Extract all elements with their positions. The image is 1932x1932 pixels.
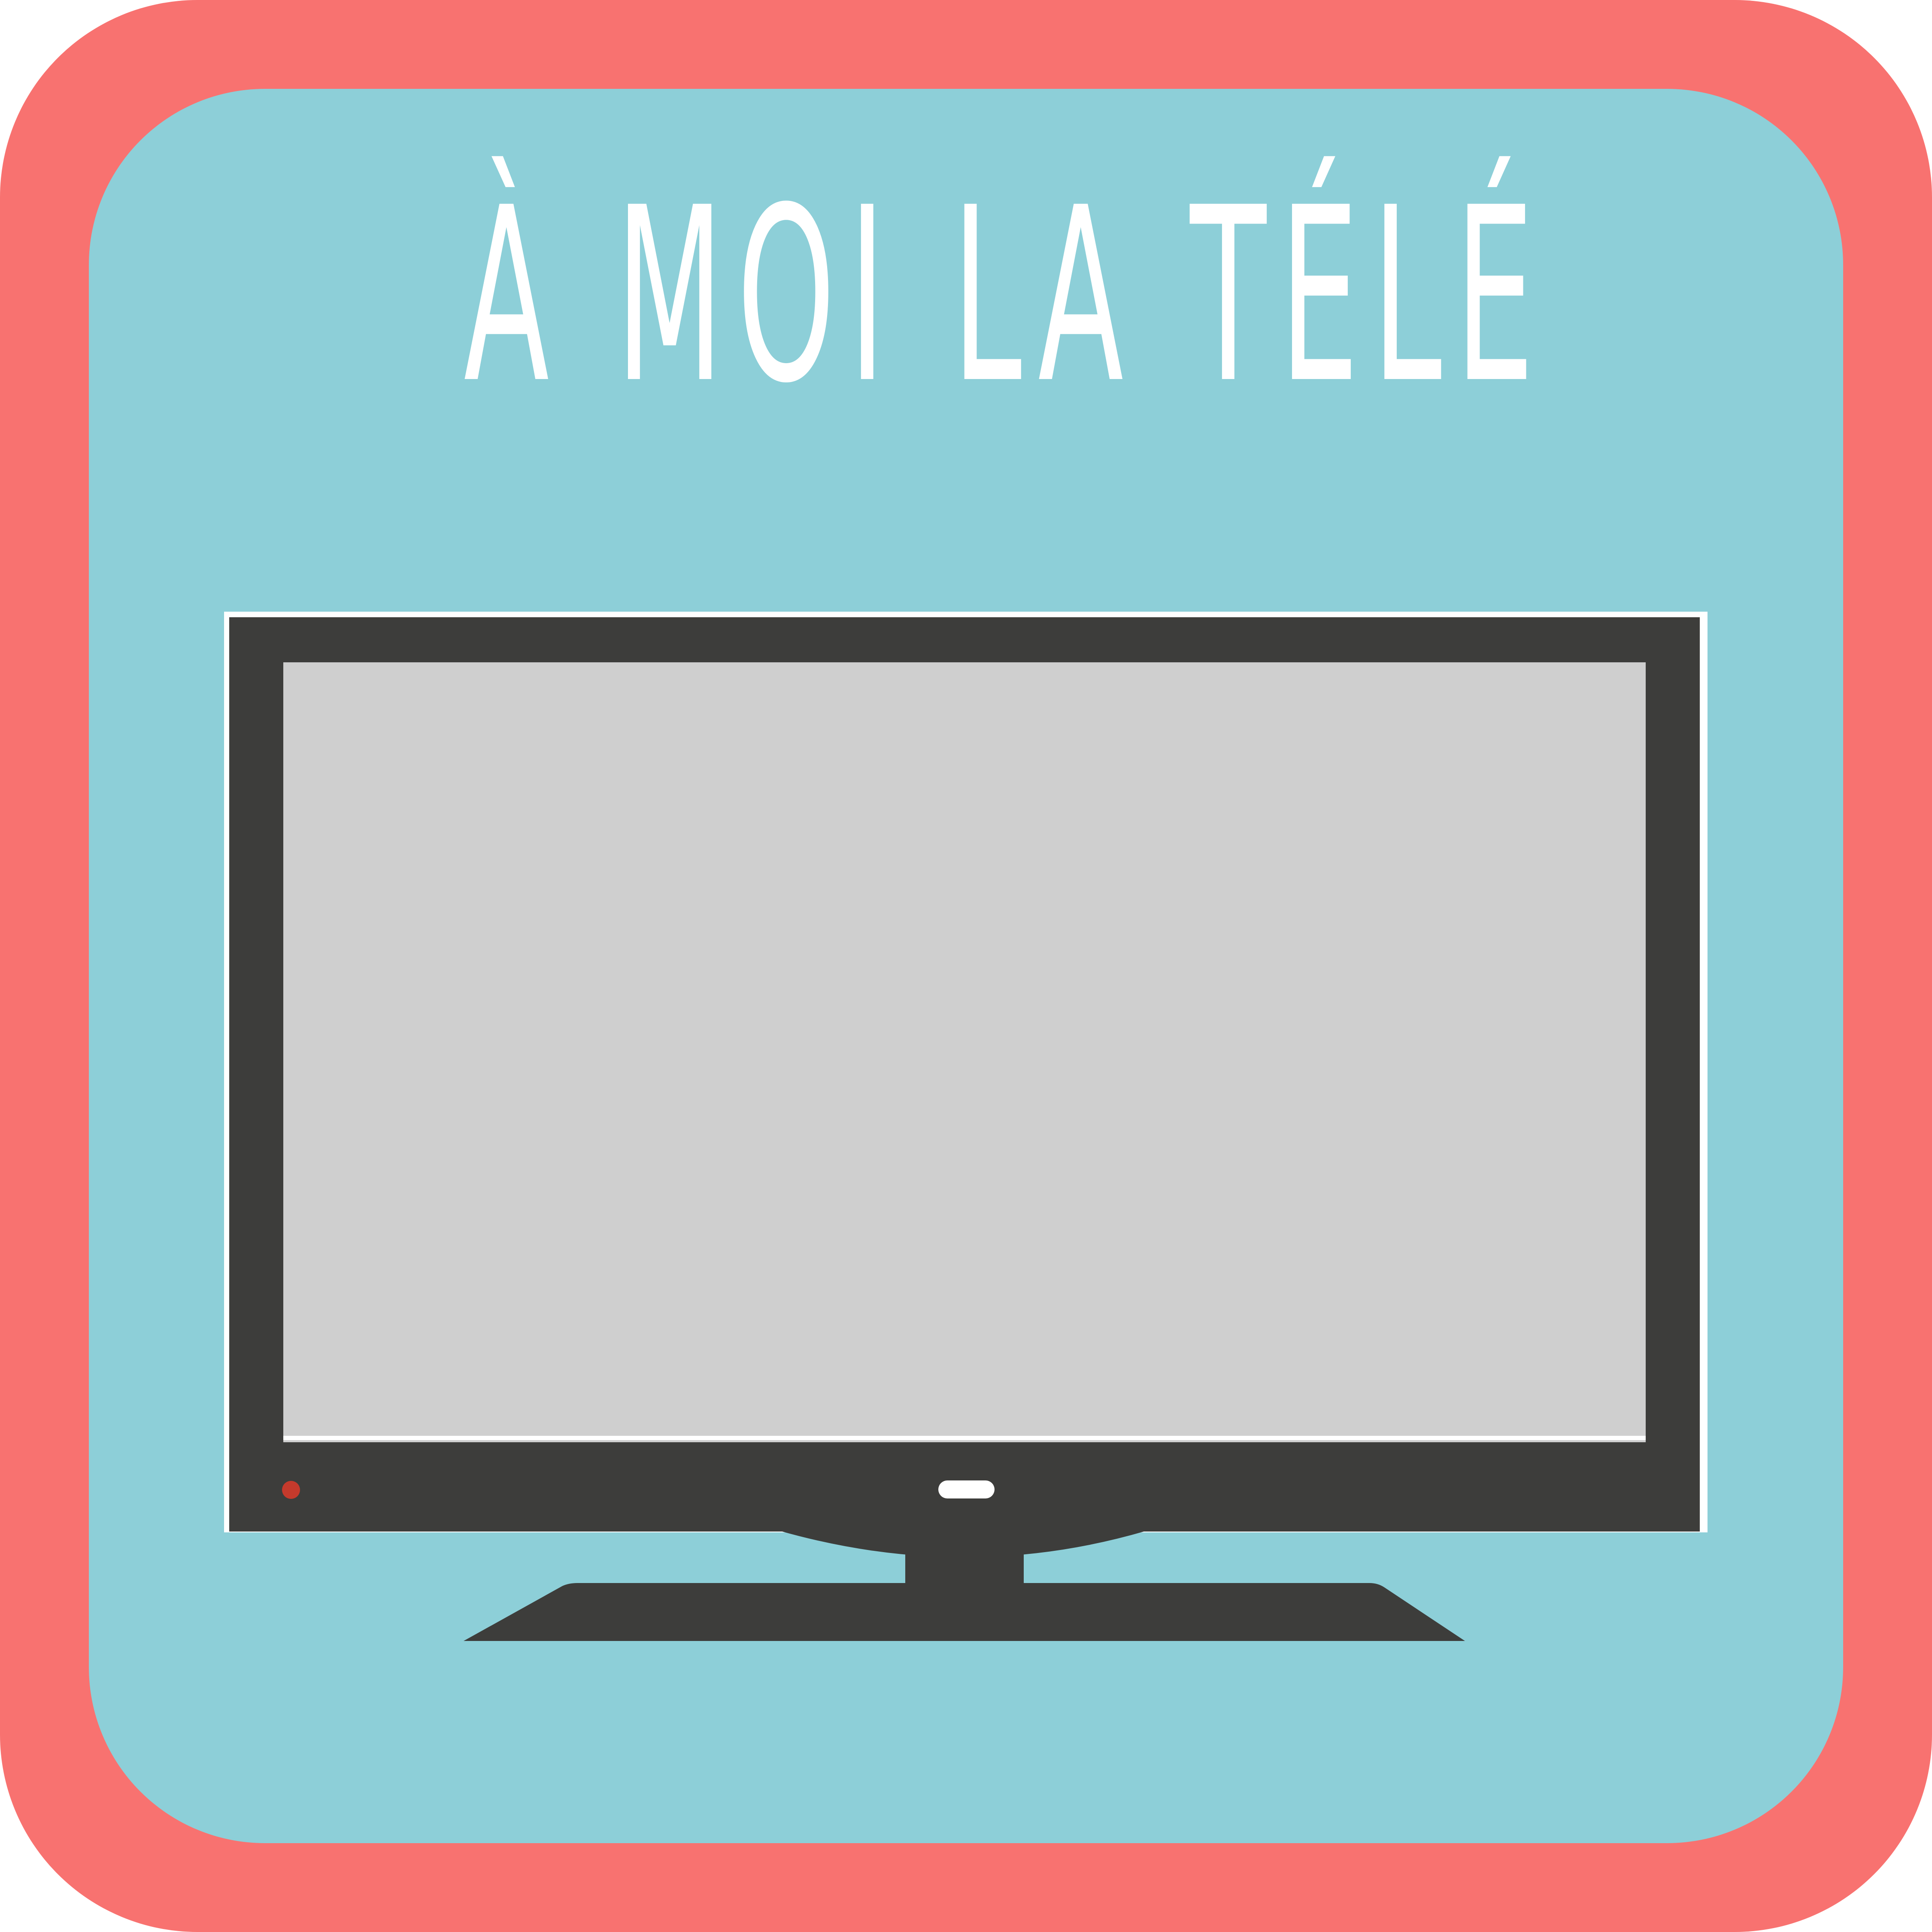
tv-screen-edge — [283, 1436, 1646, 1440]
tv-screen — [283, 662, 1646, 1442]
tv-logo-bar-icon — [938, 1480, 995, 1498]
tv-stand-base — [464, 1583, 1465, 1641]
television-icon — [224, 612, 1708, 1641]
tv-neck — [905, 1528, 1024, 1586]
power-light-icon — [282, 1481, 300, 1499]
